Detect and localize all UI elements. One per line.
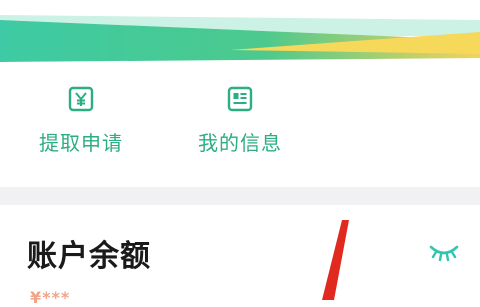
my-info-button[interactable]: 我的信息 [175, 86, 305, 156]
masked-balance-amount: ¥*** [30, 288, 71, 307]
balance-title: 账户余额 [27, 239, 151, 274]
withdraw-request-label: 提取申请 [39, 131, 123, 155]
balance-card: 账户余额 [0, 205, 480, 300]
my-info-label: 我的信息 [198, 131, 282, 155]
header-banner [0, 0, 480, 62]
red-arrow-annotation [322, 220, 349, 300]
yen-icon [68, 86, 94, 112]
withdraw-request-button[interactable]: 提取申请 [16, 86, 146, 156]
eye-closed-icon[interactable] [428, 241, 460, 263]
quick-actions: 提取申请 我的信息 [0, 62, 480, 187]
id-card-icon [227, 86, 253, 112]
section-divider [0, 187, 480, 205]
